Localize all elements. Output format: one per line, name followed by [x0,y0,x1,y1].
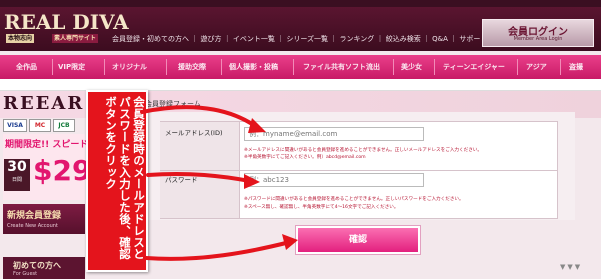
category-divider [393,59,394,75]
promo-price: $29 [33,154,92,187]
promo-days: 30 [7,159,27,175]
password-label: パスワード [165,176,198,184]
category-original[interactable]: オリジナル [112,55,147,79]
promo-text: 期間限定!! スピード割 [5,140,98,150]
category-asia[interactable]: アジア [526,55,547,79]
category-divider [52,59,53,75]
email-note-2: ※半角英数字にてご記入ください。例）abcd@email.com [244,155,366,160]
logo-brand: REAL DIVA [4,10,129,34]
category-personal[interactable]: 個人撮影・投稿 [229,55,278,79]
new-registration-button[interactable]: 新規会員登録 Create New Account [3,204,85,234]
category-enjo[interactable]: 援助交際 [178,55,206,79]
password-note-1: ※パスワードに間違いがあると会員登録を進めることができません。正しいパスワードを… [244,197,464,202]
category-divider [560,59,561,75]
category-divider [221,59,222,75]
annotation-callout: 会員登録時のメールアドレスとパスワードを入力した後、確認ボタンをクリック [86,90,148,272]
payment-card-logos: VISA MC JCB [3,119,80,133]
email-input[interactable] [244,127,424,141]
category-divider [434,59,435,75]
logo-tagline-1: 本物志向 [6,34,35,43]
form-row-divider [160,170,558,171]
promo-banner[interactable]: 期間限定!! スピード割 30 日間 $29 [3,134,97,200]
login-sublabel: Member Area Login [513,36,563,42]
first-time-title: 初めての方へ [13,261,61,270]
category-bar: 全作品 VIP限定 オリジナル 援助交際 個人撮影・投稿 ファイル共有ソフト流出… [0,55,601,79]
first-time-sub: For Guest [13,271,38,277]
password-note-2: ※スペース無し、確認無し、半角英数字にて4〜16文字でご記入ください。 [244,205,399,210]
new-registration-title: 新規会員登録 [7,211,62,221]
category-divider [104,59,105,75]
password-input[interactable] [244,173,424,187]
first-time-guide-button[interactable]: 初めての方へ For Guest [3,257,85,279]
top-notice-strip [0,0,601,7]
member-login-button[interactable]: 会員ログイン Member Area Login [482,19,594,47]
logo-tagline-2: 素人専門サイト [52,34,99,43]
new-registration-sub: Create New Account [7,223,58,229]
category-all[interactable]: 全作品 [16,55,37,79]
category-fileshare[interactable]: ファイル共有ソフト流出 [303,55,380,79]
category-vip[interactable]: VIP限定 [58,55,85,79]
site-logo[interactable]: REAL DIVA 本物志向 素人専門サイト [4,7,129,49]
promo-days-badge: 30 日間 [4,159,30,191]
category-divider [517,59,518,75]
mastercard-logo: MC [29,119,51,132]
banner-title: REEAR [3,93,85,114]
top-navigation[interactable]: 会員登録・初めての方へ ｜ 遊び方 ｜ イベント一覧 ｜ シリーズ一覧 ｜ ラン… [112,34,487,44]
email-note-1: ※メールアドレスに間違いがあると会員登録を進めることができません。正しいメールア… [244,148,482,153]
confirm-button[interactable]: 確認 [296,226,420,254]
annotation-text: 会員登録時のメールアドレスとパスワードを入力した後、確認ボタンをクリック [104,96,146,260]
category-teen[interactable]: ティーンエイジャー [443,55,505,79]
category-divider [293,59,294,75]
category-divider [166,59,167,75]
category-tousatsu[interactable]: 盗撮 [569,55,583,79]
jcb-logo: JCB [53,119,75,132]
arrow-to-confirm [144,240,292,261]
category-bishoujo[interactable]: 美少女 [401,55,422,79]
site-header: REAL DIVA 本物志向 素人専門サイト 会員登録・初めての方へ ｜ 遊び方… [0,7,601,51]
email-label: メールアドレス(ID) [165,129,223,137]
form-title: 会員登録フォーム [145,100,201,108]
visa-logo: VISA [3,119,27,132]
promo-days-unit: 日間 [11,177,22,183]
scroll-arrows-icon: ▼▼▼ [560,263,583,271]
